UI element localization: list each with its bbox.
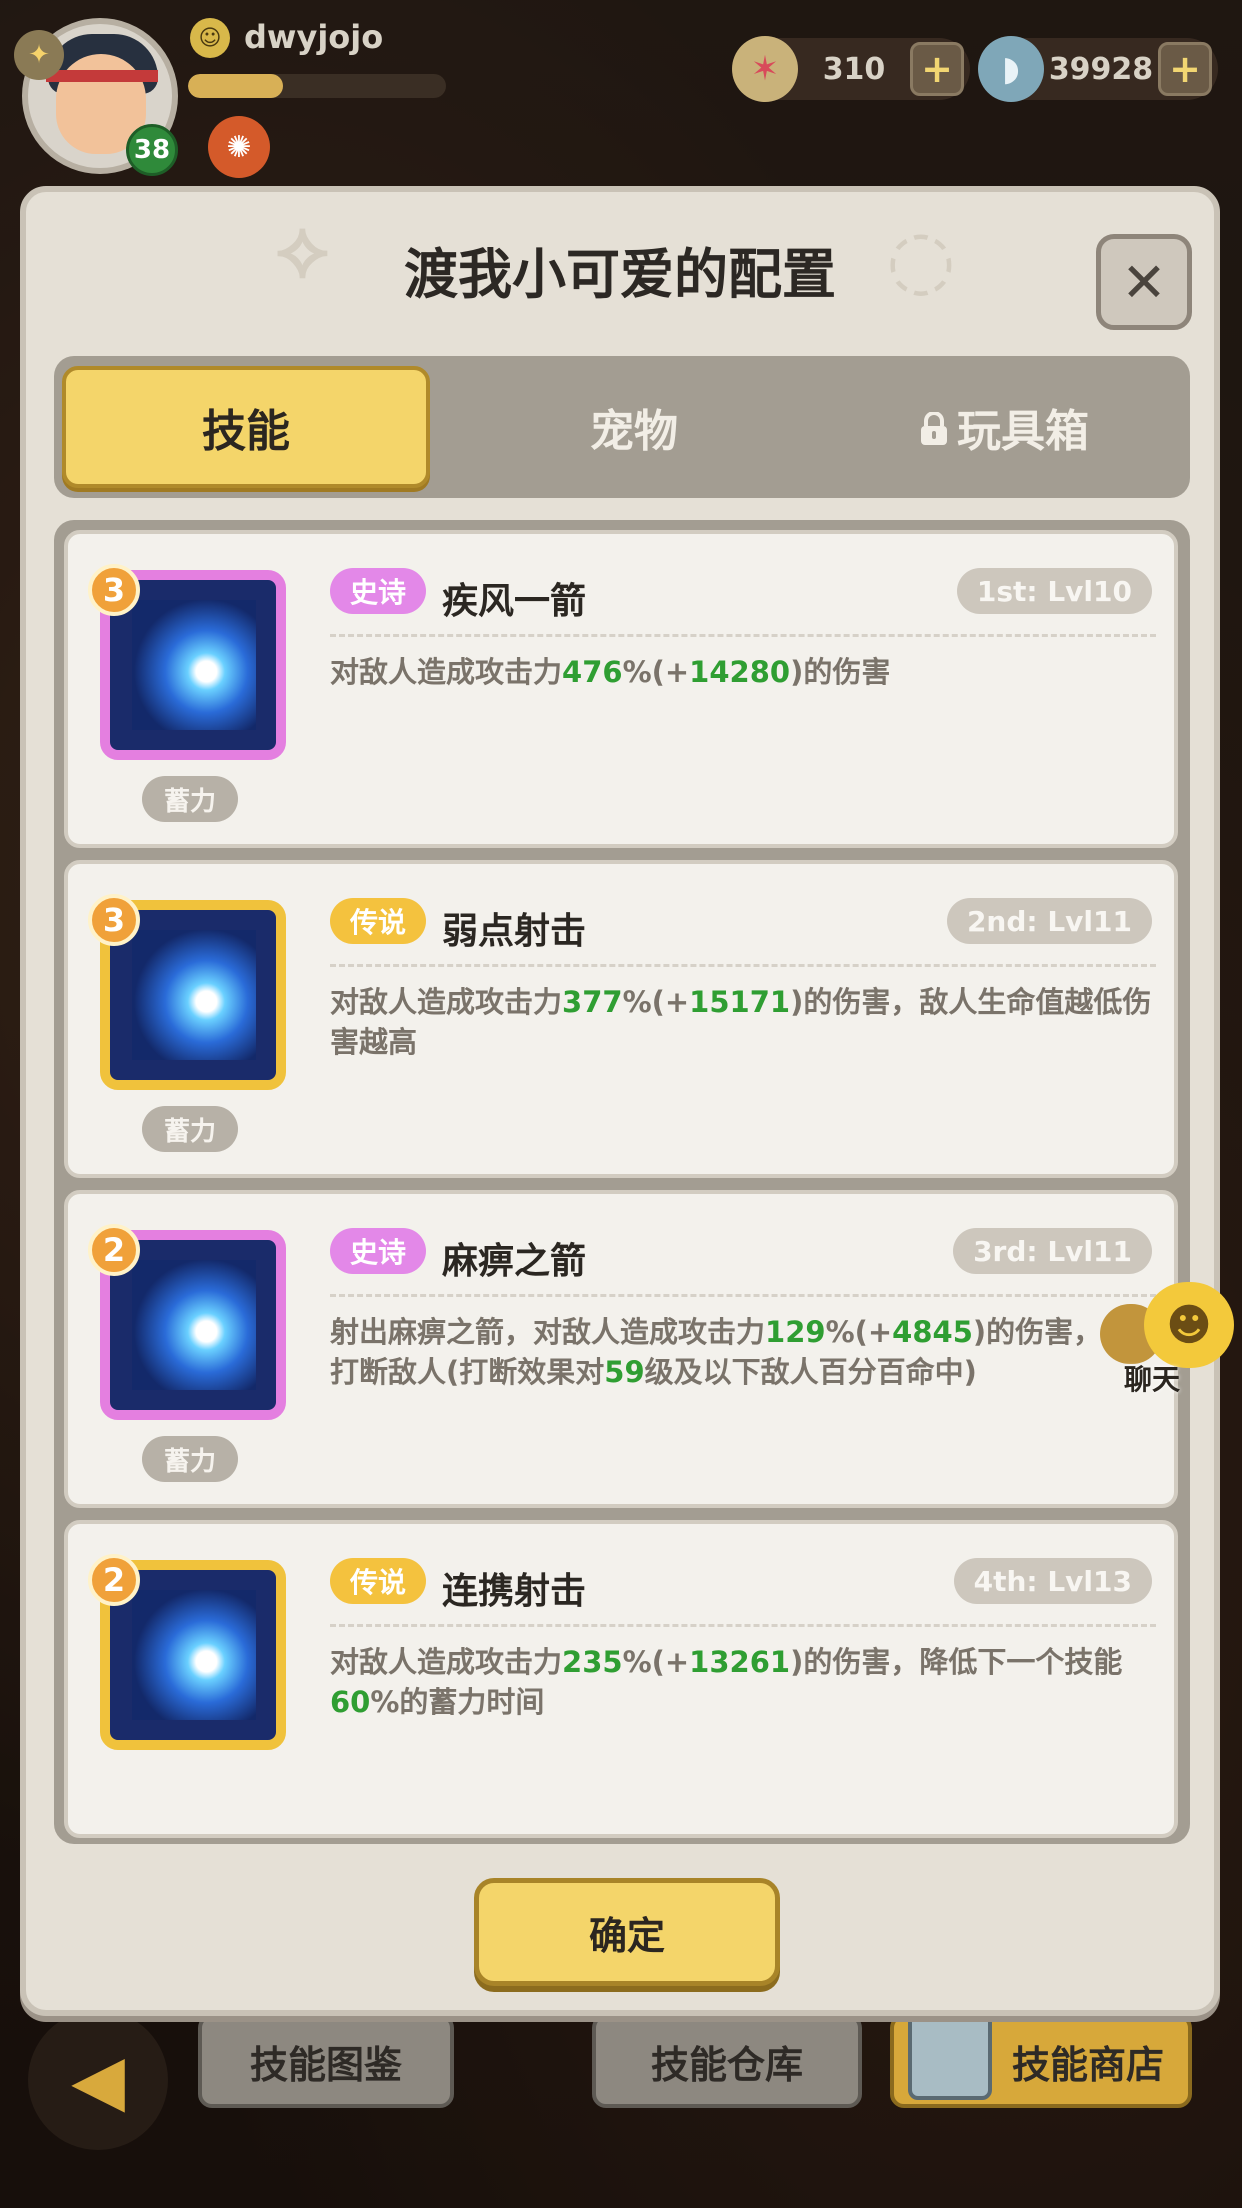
skill-card[interactable]: 3 蓄力 传说 弱点射击 2nd: Lvl11 对敌人造成攻击力377%(+15… xyxy=(64,860,1178,1178)
arrow-left-icon: ◀ xyxy=(71,2039,125,2121)
arrow-burst-icon xyxy=(132,600,256,730)
confirm-button[interactable]: 确定 xyxy=(474,1878,780,1986)
skill-rank: 3rd: Lvl11 xyxy=(953,1228,1152,1274)
divider xyxy=(330,1294,1156,1297)
divider xyxy=(330,1624,1156,1627)
skill-description: 对敌人造成攻击力377%(+15171)的伤害，敌人生命值越低伤害越高 xyxy=(330,982,1160,1062)
skill-name: 疾风一箭 xyxy=(442,581,587,622)
bottom-tab-skill-shop[interactable]: 技能商店 xyxy=(890,1990,1192,2108)
charge-tag: 蓄力 xyxy=(142,776,238,822)
desc-value: 4845 xyxy=(892,1315,973,1349)
desc-value: 59 xyxy=(604,1355,645,1389)
xp-bar-fill xyxy=(188,74,284,98)
skill-card[interactable]: 2 传说 连携射击 4th: Lvl13 对敌人造成攻击力235%(+13261… xyxy=(64,1520,1178,1838)
rarity-badge: 史诗 xyxy=(330,568,426,614)
tab-toybox-label: 玩具箱 xyxy=(957,406,1089,457)
skill-card[interactable]: 2 蓄力 史诗 麻痹之箭 3rd: Lvl11 射出麻痹之箭，对敌人造成攻击力1… xyxy=(64,1190,1178,1508)
skill-star-badge: 2 xyxy=(88,1224,140,1276)
gem-shell-icon: ✶ xyxy=(732,36,798,102)
close-icon: ✕ xyxy=(1121,250,1167,314)
bottom-tab-skill-shop-label: 技能商店 xyxy=(1011,2042,1164,2087)
desc-text: )的伤害 xyxy=(790,655,891,689)
buff-icon[interactable]: ✺ xyxy=(208,116,270,178)
weak-point-burst-icon xyxy=(132,930,256,1060)
desc-text: %(+ xyxy=(825,1315,893,1349)
skill-description: 射出麻痹之箭，对敌人造成攻击力129%(+4845)的伤害，并打断敌人(打断效果… xyxy=(330,1312,1160,1392)
desc-text: %(+ xyxy=(622,985,690,1019)
gem-currency: ✶ 310 + xyxy=(732,36,970,102)
skill-list: 3 蓄力 史诗 疾风一箭 1st: Lvl10 对敌人造成攻击力476%(+14… xyxy=(54,520,1190,1844)
avatar-headband xyxy=(46,70,158,82)
skill-description: 对敌人造成攻击力476%(+14280)的伤害 xyxy=(330,652,1160,692)
chat-button[interactable]: ☻ 聊天 xyxy=(1100,1282,1240,1396)
desc-text: 对敌人造成攻击力 xyxy=(330,985,563,1019)
add-coins-button[interactable]: + xyxy=(1158,42,1212,96)
back-button[interactable]: ◀ xyxy=(28,2010,168,2150)
paralysis-burst-icon xyxy=(132,1260,256,1390)
desc-value: 129 xyxy=(765,1315,826,1349)
coin-amount: 39928 xyxy=(1048,51,1154,87)
bottom-tab-skill-storage[interactable]: 技能仓库 xyxy=(592,2014,862,2108)
rarity-badge: 传说 xyxy=(330,1558,426,1604)
rarity-badge: 史诗 xyxy=(330,1228,426,1274)
desc-value: 15171 xyxy=(689,985,791,1019)
tab-pets[interactable]: 宠物 xyxy=(484,366,784,488)
desc-value: 235 xyxy=(562,1645,623,1679)
combo-arrow-icon xyxy=(132,1590,256,1720)
top-hud: ✦ 38 ☺ dwyjojo ✺ ✶ 310 + ◗ 39928 + xyxy=(0,0,1242,180)
bottom-tab-skill-codex[interactable]: 技能图鉴 xyxy=(198,2014,454,2108)
skill-star-badge: 3 xyxy=(88,564,140,616)
skill-star-badge: 3 xyxy=(88,894,140,946)
skill-rank: 2nd: Lvl11 xyxy=(946,898,1152,944)
lock-icon xyxy=(921,412,947,445)
desc-value: 14280 xyxy=(689,655,791,689)
skill-rank: 1st: Lvl10 xyxy=(956,568,1152,614)
rarity-badge: 传说 xyxy=(330,898,426,944)
settings-badge-icon[interactable]: ✦ xyxy=(14,30,64,80)
desc-value: 377 xyxy=(562,985,623,1019)
skill-name: 弱点射击 xyxy=(442,911,587,952)
divider xyxy=(330,634,1156,637)
coin-shell-icon: ◗ xyxy=(978,36,1044,102)
desc-value: 60 xyxy=(330,1685,371,1719)
loadout-dialog: ⟡ ◌ 渡我小可爱的配置 ✕ 技能 宠物 玩具箱 3 蓄力 史诗 疾风一箭 1s… xyxy=(20,186,1234,2016)
player-level-badge: 38 xyxy=(126,124,178,176)
skill-rank: 4th: Lvl13 xyxy=(953,1558,1152,1604)
desc-text: 级及以下敌人百分百命中) xyxy=(644,1355,977,1389)
chat-smile-icon: ☻ xyxy=(1144,1282,1234,1368)
desc-value: 13261 xyxy=(689,1645,791,1679)
desc-text: 射出麻痹之箭，对敌人造成攻击力 xyxy=(330,1315,766,1349)
desc-value: 476 xyxy=(562,655,623,689)
skill-star-badge: 2 xyxy=(88,1554,140,1606)
add-gems-button[interactable]: + xyxy=(910,42,964,96)
divider xyxy=(330,964,1156,967)
coin-currency: ◗ 39928 + xyxy=(978,36,1218,102)
charge-tag: 蓄力 xyxy=(142,1436,238,1482)
skill-description: 对敌人造成攻击力235%(+13261)的伤害，降低下一个技能 60%的蓄力时间 xyxy=(330,1642,1160,1722)
desc-text: %(+ xyxy=(622,655,690,689)
skill-card[interactable]: 3 蓄力 史诗 疾风一箭 1st: Lvl10 对敌人造成攻击力476%(+14… xyxy=(64,530,1178,848)
tab-skills[interactable]: 技能 xyxy=(62,366,430,488)
chat-label: 聊天 xyxy=(1124,1363,1181,1396)
desc-text: %(+ xyxy=(622,1645,690,1679)
xp-bar xyxy=(188,74,446,98)
skill-name: 麻痹之箭 xyxy=(442,1241,587,1282)
player-name: dwyjojo xyxy=(244,18,384,56)
gem-amount: 310 xyxy=(822,51,886,87)
desc-text: 对敌人造成攻击力 xyxy=(330,655,563,689)
rank-icon: ☺ xyxy=(190,18,230,58)
tab-toybox[interactable]: 玩具箱 xyxy=(834,366,1174,488)
skill-name: 连携射击 xyxy=(442,1571,587,1612)
desc-text: %的蓄力时间 xyxy=(370,1685,545,1719)
charge-tag: 蓄力 xyxy=(142,1106,238,1152)
desc-text: )的伤害，降低下一个技能 xyxy=(790,1645,1123,1679)
tab-bar: 技能 宠物 玩具箱 xyxy=(54,356,1190,498)
dialog-title: 渡我小可爱的配置 xyxy=(404,243,836,306)
close-button[interactable]: ✕ xyxy=(1096,234,1192,330)
desc-text: 对敌人造成攻击力 xyxy=(330,1645,563,1679)
